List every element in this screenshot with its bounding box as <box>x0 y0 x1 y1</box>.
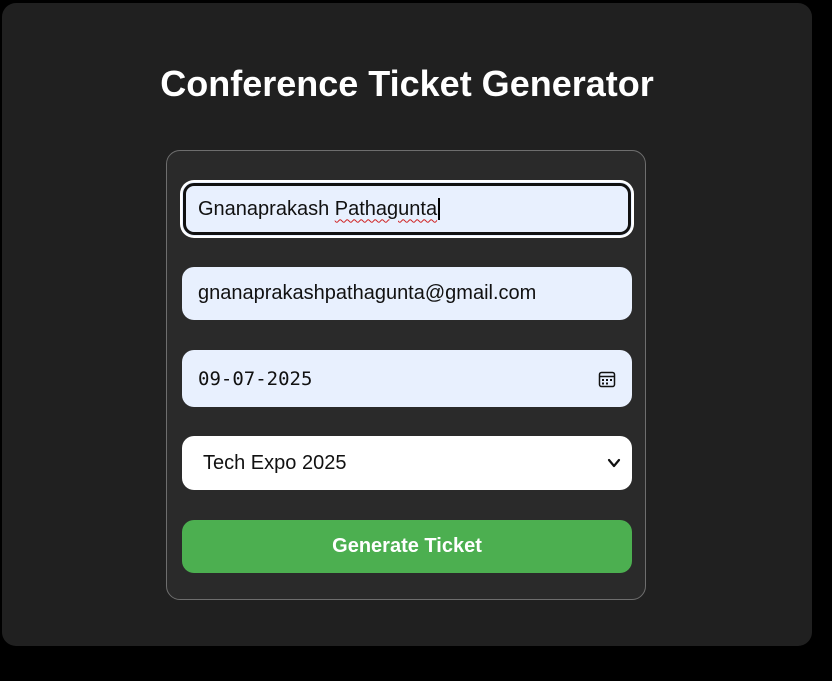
generate-ticket-button[interactable]: Generate Ticket <box>182 520 632 573</box>
event-select[interactable]: Tech Expo 2025 <box>182 436 632 490</box>
name-first-text: Gnanaprakash <box>198 197 330 220</box>
email-value: gnanaprakashpathagunta@gmail.com <box>198 282 537 304</box>
name-last-text: Pathagunta <box>334 197 438 220</box>
text-caret <box>438 198 441 220</box>
app-container: Conference Ticket Generator Gnanaprakash… <box>2 3 812 646</box>
chevron-down-icon <box>606 455 622 471</box>
event-selected-value: Tech Expo 2025 <box>203 451 347 474</box>
calendar-icon[interactable] <box>598 370 616 388</box>
page-title: Conference Ticket Generator <box>160 63 654 104</box>
name-input[interactable]: Gnanaprakash Pathagunta <box>182 182 632 236</box>
ticket-form: Gnanaprakash Pathagunta gnanaprakashpath… <box>166 150 646 600</box>
date-value: 09-07-2025 <box>198 367 313 390</box>
email-input[interactable]: gnanaprakashpathagunta@gmail.com <box>182 267 632 320</box>
date-input[interactable]: 09-07-2025 <box>182 350 632 407</box>
